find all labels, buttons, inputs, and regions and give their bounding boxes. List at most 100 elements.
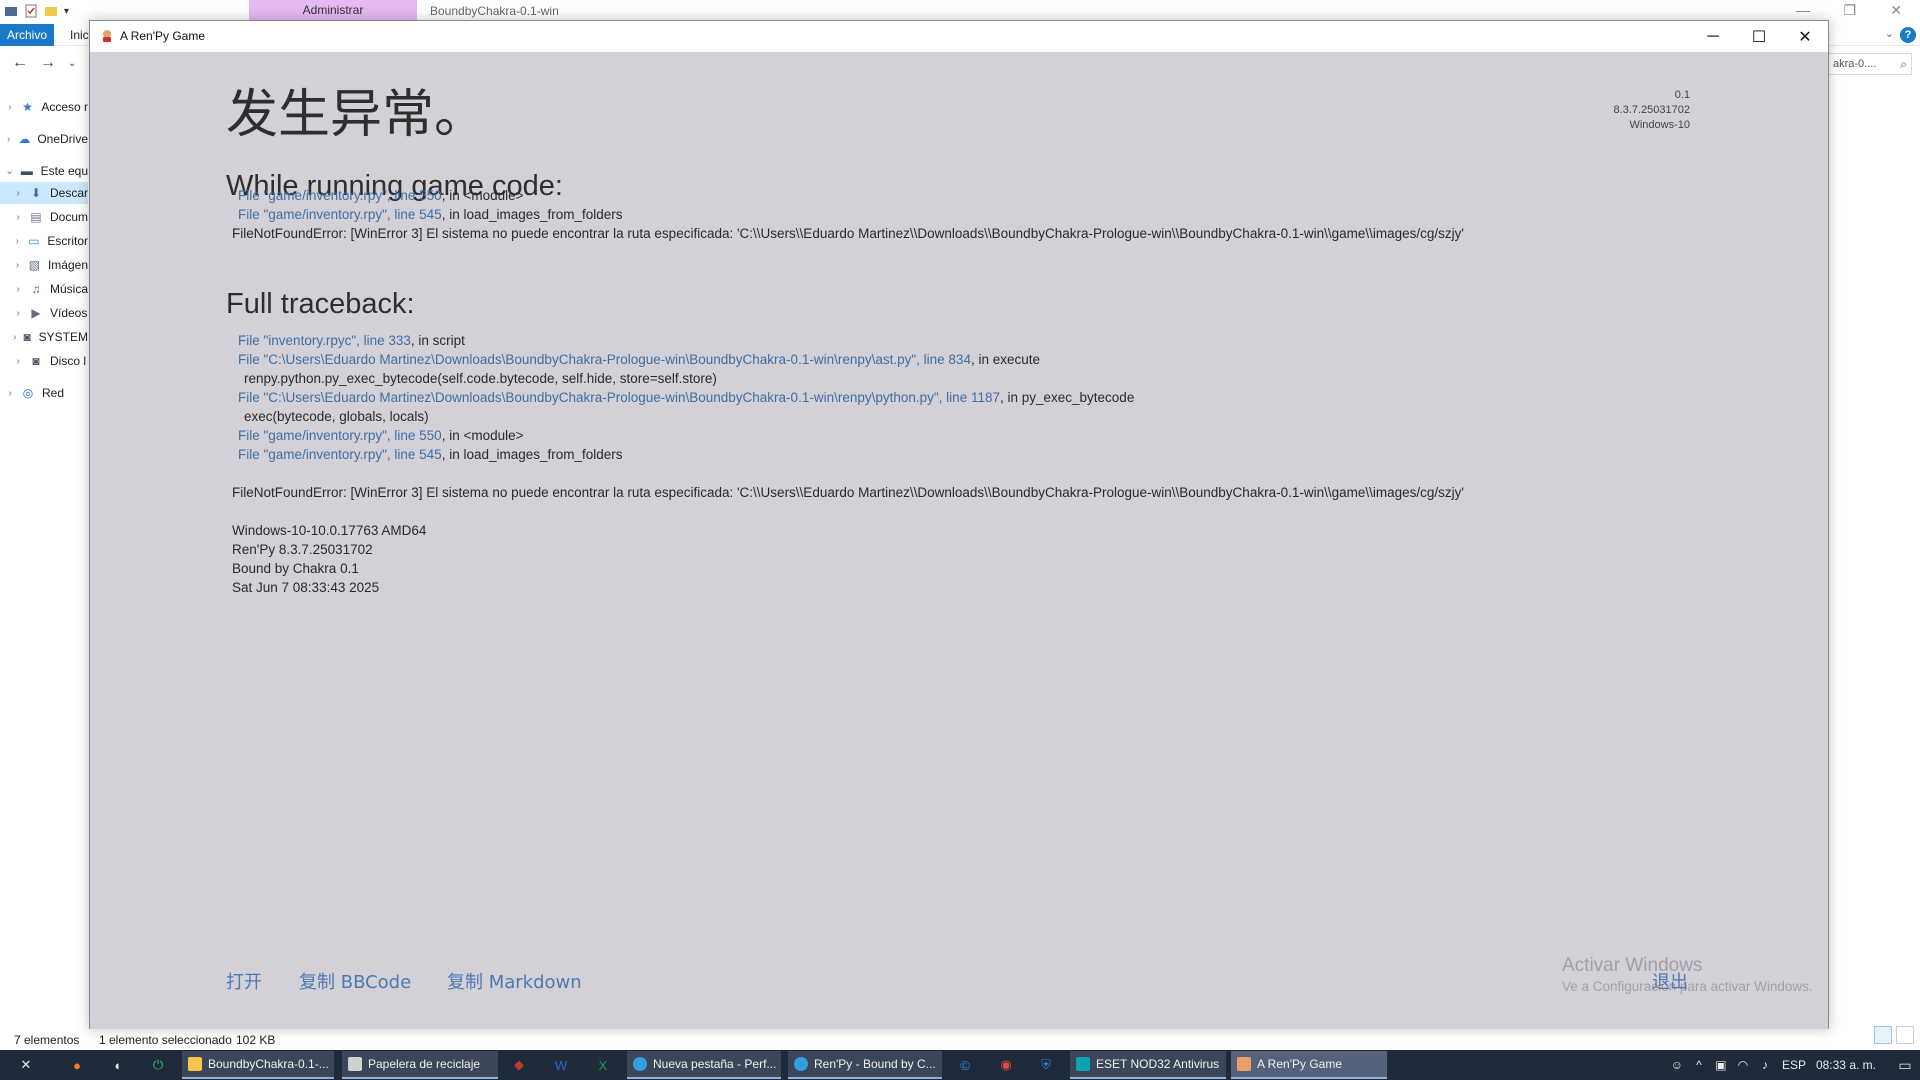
notifications-icon[interactable]: ▭ [1890, 1057, 1920, 1074]
traceback-frame: File "game/inventory.rpy", line 545, in … [238, 447, 623, 462]
folder-icon[interactable] [4, 4, 18, 18]
explorer-close-icon[interactable]: ✕ [1890, 2, 1902, 19]
renpy-exception-screen: 发生异常。 0.1 8.3.7.25031702 Windows-10 Whil… [90, 52, 1828, 1029]
sidebar-item-label: Disco l [50, 354, 87, 368]
maximize-button[interactable]: ☐ [1736, 21, 1782, 52]
qat-dropdown-icon[interactable]: ▾ [64, 6, 69, 17]
renpy-error-window: A Ren'Py Game ─ ☐ ✕ 发生异常。 0.1 8.3.7.2503… [89, 20, 1829, 1029]
chevron-right-icon[interactable]: › [8, 236, 27, 247]
volume-icon[interactable]: ♪ [1754, 1058, 1776, 1072]
traceback-frame: File "game/inventory.rpy", line 550, in … [238, 188, 524, 203]
taskbar-button[interactable]: Papelera de reciclaje [342, 1051, 498, 1079]
sidebar-item[interactable]: › ▧ Imágen [0, 254, 88, 276]
traceback-file-link[interactable]: File "C:\Users\Eduardo Martinez\Download… [238, 352, 971, 367]
shield-icon[interactable]: ⛨ [1037, 1056, 1055, 1074]
sidebar-item[interactable]: › ◙ Disco l [0, 350, 88, 372]
chevron-right-icon[interactable]: › [8, 308, 28, 319]
taskbar-button[interactable]: BoundbyChakra-0.1-... [182, 1051, 334, 1079]
traceback-file-link[interactable]: File "game/inventory.rpy", line 545 [238, 207, 442, 222]
new-folder-icon[interactable] [44, 4, 58, 18]
traceback-file-link[interactable]: File "game/inventory.rpy", line 545 [238, 447, 442, 462]
forward-arrow-icon[interactable]: → [40, 54, 56, 72]
sidebar-item[interactable]: › ☁ OneDrive [0, 128, 88, 150]
taskbar-button[interactable]: A Ren'Py Game [1231, 1051, 1387, 1079]
chevron-right-icon[interactable]: › [8, 356, 28, 367]
chevron-right-icon[interactable]: › [8, 284, 28, 295]
explorer-status-bar: 7 elementos 1 elemento seleccionado 102 … [0, 1030, 1920, 1050]
traceback-file-link[interactable]: File "game/inventory.rpy", line 550 [238, 188, 442, 203]
minimize-button[interactable]: ─ [1690, 21, 1736, 52]
sidebar-item[interactable]: › ▶ Vídeos [0, 302, 88, 324]
chevron-right-icon[interactable]: › [0, 388, 20, 399]
help-icon[interactable]: ? [1900, 27, 1916, 43]
chevron-right-icon[interactable]: › [8, 260, 27, 271]
ribbon-tab-home[interactable]: Inic [70, 28, 89, 42]
word-icon[interactable]: W [552, 1056, 570, 1074]
input-language[interactable]: ESP [1782, 1058, 1806, 1072]
manage-tab[interactable]: Administrar [249, 0, 417, 20]
sidebar-item[interactable]: › ◎ Red [0, 382, 88, 404]
properties-icon[interactable] [24, 4, 38, 18]
chevron-right-icon[interactable]: › [8, 332, 22, 343]
sidebar-item-label: OneDrive [37, 132, 88, 146]
chevron-right-icon[interactable]: › [0, 134, 17, 145]
wifi-icon[interactable]: ◠ [1732, 1058, 1754, 1072]
taskbar-button-label: BoundbyChakra-0.1-... [208, 1057, 329, 1071]
copy-markdown-button[interactable]: 复制 Markdown [447, 968, 582, 994]
folder-icon [188, 1057, 202, 1071]
speaker-icon[interactable]: ◖ [108, 1056, 126, 1074]
edge-icon [633, 1057, 647, 1071]
sidebar-item[interactable]: › ▤ Docum [0, 206, 88, 228]
eset-icon [1076, 1057, 1090, 1071]
close-button[interactable]: ✕ [1782, 21, 1828, 52]
sidebar-item[interactable]: › ♫ Música [0, 278, 88, 300]
excel-icon[interactable]: X [594, 1056, 612, 1074]
sidebar-item[interactable]: › ⬇ Descar [0, 182, 88, 204]
taskbar-button[interactable]: Ren'Py - Bound by C... [788, 1051, 942, 1079]
copilot-icon[interactable]: © [956, 1056, 974, 1074]
record-icon[interactable]: ◉ [997, 1056, 1015, 1074]
quit-button[interactable]: 退出 [1652, 968, 1688, 994]
clock[interactable]: 08:33 a. m. [1816, 1058, 1876, 1072]
system-info-line: Ren'Py 8.3.7.25031702 [232, 542, 373, 557]
copy-bbcode-button[interactable]: 复制 BBCode [299, 968, 411, 994]
power-app-icon[interactable]: ⏻ [149, 1056, 167, 1074]
sidebar-item[interactable]: › ★ Acceso r [0, 96, 88, 118]
firefox-icon[interactable]: ● [68, 1056, 86, 1074]
traceback-file-link[interactable]: File "C:\Users\Eduardo Martinez\Download… [238, 390, 1000, 405]
taskbar: ✕ ● ◖ ⏻ BoundbyChakra-0.1-... Papelera de… [0, 1050, 1920, 1080]
quick-access-toolbar: ▾ [0, 0, 69, 22]
explorer-minimize-icon[interactable]: — [1796, 2, 1810, 18]
ribbon-expand-icon[interactable]: ⌄ [1885, 27, 1894, 40]
ribbon-tab-file[interactable]: Archivo [0, 24, 54, 46]
explorer-restore-icon[interactable]: ❐ [1843, 2, 1856, 19]
details-view-icon[interactable] [1874, 1026, 1892, 1044]
renpy-window-title: A Ren'Py Game [120, 29, 205, 43]
chevron-right-icon[interactable]: › [8, 188, 28, 199]
traceback-file-link[interactable]: File "inventory.rpyc", line 333 [238, 333, 411, 348]
start-icon[interactable]: ✕ [17, 1056, 35, 1074]
system-info-line: Bound by Chakra 0.1 [232, 561, 359, 576]
explorer-search-box[interactable]: akra-0.... ⌕ [1828, 53, 1912, 75]
network-status-icon[interactable]: ▣ [1710, 1058, 1732, 1072]
traceback-location: , in py_exec_bytecode [999, 390, 1135, 405]
sidebar-item[interactable]: › ▭ Escritor [0, 230, 88, 252]
game-app-icon[interactable]: ◆ [510, 1056, 528, 1074]
sidebar-item[interactable]: › ◙ SYSTEM [0, 326, 88, 348]
taskbar-button[interactable]: Nueva pestaña - Perf... [627, 1051, 781, 1079]
large-icons-view-icon[interactable] [1896, 1026, 1914, 1044]
chevron-right-icon[interactable]: › [8, 212, 28, 223]
traceback-code-line: renpy.python.py_exec_bytecode(self.code.… [244, 371, 717, 386]
traceback-file-link[interactable]: File "game/inventory.rpy", line 550 [238, 428, 442, 443]
back-arrow-icon[interactable]: ← [12, 54, 28, 72]
recent-locations-icon[interactable]: ⌄ [68, 58, 76, 69]
open-button[interactable]: 打开 [226, 968, 262, 994]
sidebar-item[interactable]: ⌄ ▬ Este equ [0, 160, 88, 182]
cloud-icon: ☁ [18, 132, 31, 146]
chevron-right-icon[interactable]: › [0, 102, 20, 113]
chevron-down-icon[interactable]: ⌄ [0, 166, 19, 177]
traceback-location: , in script [410, 333, 465, 348]
show-hidden-icons-icon[interactable]: ^ [1688, 1058, 1710, 1072]
people-icon[interactable]: ☺ [1666, 1058, 1688, 1072]
taskbar-button[interactable]: ESET NOD32 Antivirus [1070, 1051, 1226, 1079]
